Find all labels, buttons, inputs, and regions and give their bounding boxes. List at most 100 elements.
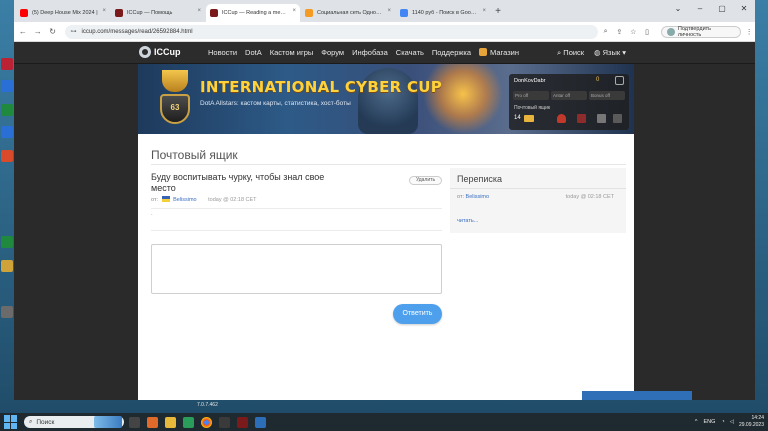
message-meta: от: Belissimo today @ 02:18 CET <box>151 196 257 203</box>
app-icon[interactable] <box>255 416 266 428</box>
chrome-icon[interactable] <box>201 416 212 428</box>
app-icon[interactable] <box>183 416 194 428</box>
desktop-icon[interactable] <box>1 104 13 116</box>
mailbox-label[interactable]: Почтовый ящик <box>514 105 550 111</box>
search-icon[interactable]: ⌕ <box>600 28 612 36</box>
chip-bonus[interactable]: Bonus off <box>589 91 625 100</box>
menu-dots-icon[interactable]: ⋮ <box>743 28 755 36</box>
profile-button[interactable]: Подтвердить личность <box>661 25 742 38</box>
menu-item-shop[interactable]: Магазин <box>479 48 527 57</box>
app-icon[interactable] <box>237 416 248 428</box>
new-tab-button[interactable]: + <box>491 4 505 22</box>
menu-item-support[interactable]: Поддержка <box>432 48 471 57</box>
menu-item-forum[interactable]: Форум <box>321 48 344 57</box>
address-bar[interactable]: ⊶ iccup.com/messages/read/26592884.html <box>64 24 598 39</box>
reload-button[interactable]: ↻ <box>47 27 59 36</box>
username-link[interactable]: DonKovDabr <box>514 78 546 84</box>
reply-textarea[interactable] <box>151 244 442 294</box>
alert-icon[interactable] <box>577 114 586 123</box>
conversation-panel: Переписка от: Belissimo today @ 02:18 CE… <box>450 168 626 233</box>
read-more-link[interactable]: читать... <box>457 218 478 224</box>
delete-button[interactable]: Удалить <box>409 176 442 185</box>
desktop-icon[interactable] <box>1 236 13 248</box>
start-button[interactable] <box>4 415 18 429</box>
volume-icon[interactable]: ◁ <box>730 419 734 425</box>
chip-antar[interactable]: Antar off <box>551 91 587 100</box>
desktop-icon[interactable] <box>1 80 13 92</box>
mail-count: 14 <box>514 115 521 121</box>
taskview-icon[interactable] <box>129 416 140 428</box>
file-explorer-icon[interactable] <box>165 416 176 428</box>
tab-label: 1140 руб - Поиск в Google <box>412 10 478 16</box>
language-selector[interactable]: ◍ Язык ▾ <box>594 48 626 57</box>
message-subject: Буду воспитывать чурку, чтобы знал свое … <box>151 172 325 193</box>
menu-item-dota[interactable]: DotA <box>245 48 262 57</box>
minimize-button[interactable]: – <box>689 0 711 18</box>
network-icon[interactable]: ◔ <box>721 419 724 425</box>
tab-search-icon[interactable]: ⌄ <box>667 0 689 18</box>
desktop-icon[interactable] <box>1 58 13 70</box>
site-search-link[interactable]: ⌕ Поиск <box>557 48 584 58</box>
user-panel: DonKovDabr 0 Pro off Antar off Bonus off… <box>509 74 629 130</box>
logout-icon[interactable] <box>615 76 624 85</box>
main-menu: Новости DotA Кастом игры Форум Инфобаза … <box>208 48 535 57</box>
close-tab-icon[interactable]: × <box>482 8 486 14</box>
close-window-button[interactable]: ✕ <box>733 0 755 18</box>
search-icon: ⌕ <box>29 418 33 425</box>
site-logo[interactable]: ICCup <box>139 46 181 58</box>
menu-item-infobase[interactable]: Инфобаза <box>352 48 388 57</box>
sidebar-icon[interactable]: ▯ <box>641 28 653 36</box>
tool-icon[interactable] <box>597 114 606 123</box>
share-icon[interactable]: ⇪ <box>613 28 625 36</box>
tab-strip: (5) Deep House Mix 2024 | × ICCup — Помо… <box>14 0 755 22</box>
browser-tab[interactable]: (5) Deep House Mix 2024 | × <box>16 4 110 22</box>
app-icon[interactable] <box>147 416 158 428</box>
iccup-logo-icon <box>139 46 151 58</box>
tab-label: Социальная сеть Одноклассн <box>317 10 383 16</box>
desktop-icon[interactable] <box>1 260 13 272</box>
browser-tab[interactable]: 1140 руб - Поиск в Google × <box>396 4 490 22</box>
browser-tab-active[interactable]: ICCup — Reading a message fr × <box>206 4 300 22</box>
input-language[interactable]: ENG <box>703 419 715 425</box>
forward-button[interactable]: → <box>32 27 44 36</box>
conversation-time: today @ 02:18 CET <box>565 194 614 200</box>
profile-label: Подтвердить личность <box>677 25 712 38</box>
shop-icon <box>479 48 488 56</box>
web-page: ICCup Новости DotA Кастом игры Форум Инф… <box>14 42 755 400</box>
close-tab-icon[interactable]: × <box>102 8 106 14</box>
menu-item-download[interactable]: Скачать <box>396 48 424 57</box>
youtube-favicon-icon <box>20 9 28 17</box>
iccup-favicon-icon <box>115 9 123 17</box>
menu-item-custom-games[interactable]: Кастом игры <box>270 48 314 57</box>
close-tab-icon[interactable]: × <box>197 8 201 14</box>
app-icon[interactable] <box>219 416 230 428</box>
game-icon[interactable] <box>613 114 622 123</box>
desktop-icon[interactable] <box>1 126 13 138</box>
sender-link[interactable]: Belissimo <box>466 194 490 200</box>
envelope-icon[interactable] <box>524 115 534 122</box>
search-label: Поиск <box>563 48 585 57</box>
from-label: от: <box>151 197 158 203</box>
chip-pro[interactable]: Pro off <box>513 91 549 100</box>
site-info-icon[interactable]: ⊶ <box>71 28 77 35</box>
maximize-button[interactable]: ▢ <box>711 0 733 18</box>
bookmark-star-icon[interactable]: ☆ <box>627 28 639 36</box>
sender-link[interactable]: Belissimo <box>173 197 197 203</box>
browser-tab[interactable]: ICCup — Помощь × <box>111 4 205 22</box>
menu-item-news[interactable]: Новости <box>208 48 237 57</box>
clock-date: 29.09.2023 <box>738 422 764 428</box>
desktop-icon[interactable] <box>1 306 13 318</box>
reply-button[interactable]: Ответить <box>393 304 442 324</box>
warning-icon[interactable] <box>557 114 566 123</box>
close-tab-icon[interactable]: × <box>292 8 296 14</box>
flag-icon <box>161 196 170 202</box>
clock[interactable]: 14:24 29.09.2023 <box>739 415 764 429</box>
back-button[interactable]: ← <box>17 27 29 36</box>
main-content: Почтовый ящик Буду воспитывать чурку, чт… <box>138 134 634 400</box>
browser-tab[interactable]: Социальная сеть Одноклассн × <box>301 4 395 22</box>
close-tab-icon[interactable]: × <box>387 8 391 14</box>
gold-balance: 0 <box>596 77 600 83</box>
tray-chevron-icon[interactable]: ^ <box>695 419 698 425</box>
tab-label: (5) Deep House Mix 2024 | <box>32 10 98 16</box>
desktop-icon[interactable] <box>1 150 13 162</box>
